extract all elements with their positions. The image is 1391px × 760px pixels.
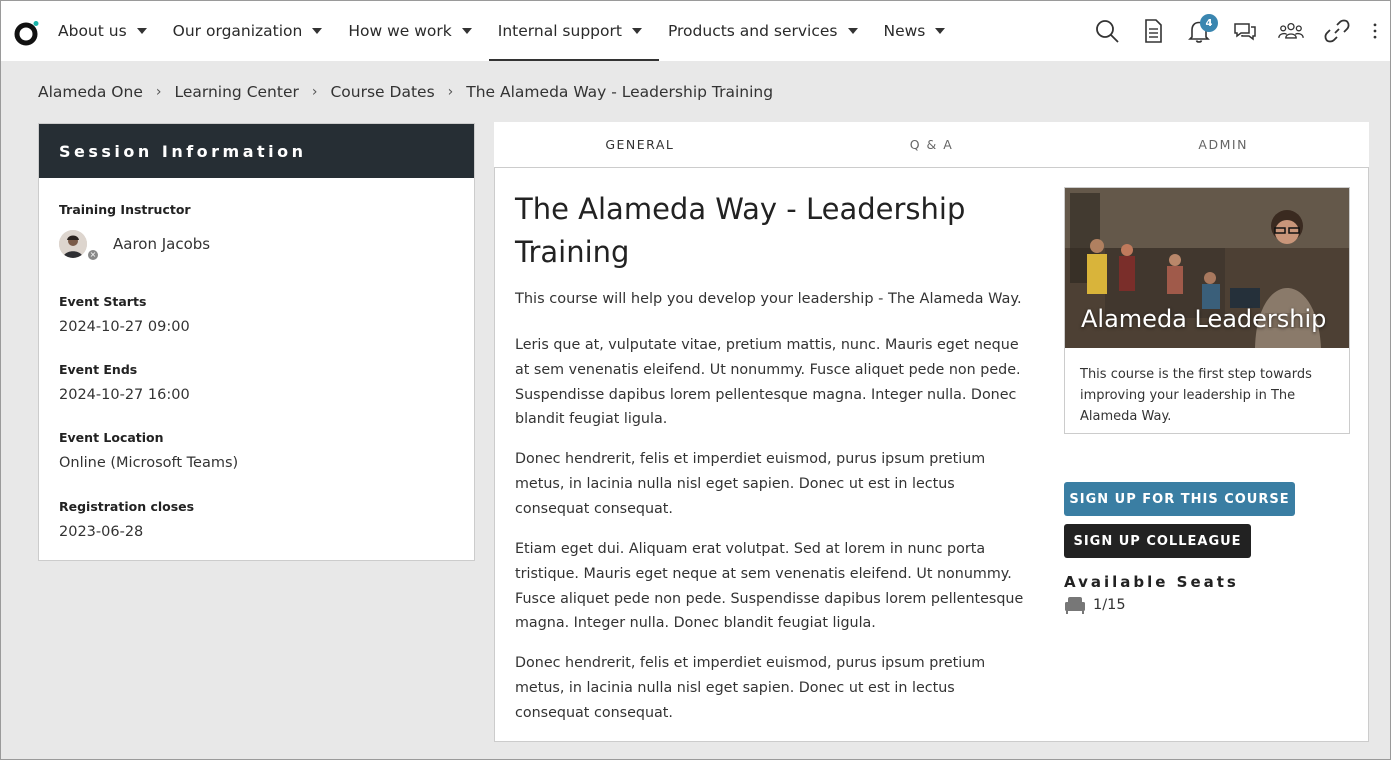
logo-icon[interactable] — [14, 20, 40, 46]
registration-closes-field: Registration closes 2023-06-28 — [59, 499, 194, 540]
search-icon — [1096, 20, 1119, 43]
breadcrumb-current: The Alameda Way - Leadership Training — [466, 83, 774, 101]
caret-down-icon — [312, 28, 323, 34]
armchair-icon — [1065, 597, 1085, 614]
field-label: Event Location — [59, 430, 164, 445]
main-nav: About us Our organization How we work In… — [49, 1, 962, 61]
documents-button[interactable] — [1130, 1, 1176, 61]
caret-down-icon — [847, 28, 858, 34]
people-icon — [1278, 22, 1304, 39]
field-value: 2024-10-27 09:00 — [59, 319, 190, 335]
status-offline-icon: × — [86, 248, 100, 262]
notification-badge: 4 — [1200, 14, 1218, 32]
course-card: Alameda Leadership This course is the fi… — [1064, 187, 1350, 434]
search-button[interactable] — [1084, 1, 1130, 61]
nav-item-internal-support[interactable]: Internal support — [488, 1, 660, 61]
available-seats-value: 1/15 — [1093, 597, 1126, 613]
people-button[interactable] — [1268, 1, 1314, 61]
notifications-button[interactable]: 4 — [1176, 1, 1222, 61]
nav-item-label: Internal support — [497, 22, 622, 40]
available-seats-row: 1/15 — [1064, 596, 1126, 614]
tab-admin[interactable]: ADMIN — [1077, 122, 1369, 167]
course-paragraph: Donec hendrerit, felis et imperdiet euis… — [515, 655, 986, 721]
nav-item-label: Our organization — [172, 22, 303, 40]
field-label: Training Instructor — [59, 202, 191, 217]
breadcrumb-separator-icon: › — [155, 84, 162, 100]
course-tabs: GENERAL Q & A ADMIN — [494, 122, 1369, 168]
nav-item-label: How we work — [348, 22, 452, 40]
nav-item-about-us[interactable]: About us — [49, 1, 164, 61]
event-ends-field: Event Ends 2024-10-27 16:00 — [59, 362, 190, 403]
more-vertical-icon — [1373, 23, 1377, 39]
course-image: Alameda Leadership — [1065, 188, 1349, 348]
top-navigation-bar: About us Our organization How we work In… — [1, 1, 1390, 61]
breadcrumb: Alameda One › Learning Center › Course D… — [38, 81, 773, 103]
instructor-name[interactable]: Aaron Jacobs — [113, 235, 210, 253]
toolbar-icons: 4 — [1084, 1, 1390, 61]
nav-item-products-and-services[interactable]: Products and services — [659, 1, 875, 61]
avatar[interactable] — [59, 230, 87, 258]
breadcrumb-link[interactable]: Alameda One — [38, 83, 143, 101]
course-content: The Alameda Way - Leadership Training Th… — [494, 168, 1369, 742]
field-value: Online (Microsoft Teams) — [59, 455, 239, 471]
chat-button[interactable] — [1222, 1, 1268, 61]
tab-general[interactable]: GENERAL — [494, 122, 786, 167]
breadcrumb-link[interactable]: Course Dates — [330, 83, 434, 101]
event-starts-field: Event Starts 2024-10-27 09:00 — [59, 294, 190, 335]
event-location-field: Event Location Online (Microsoft Teams) — [59, 430, 238, 471]
training-instructor-field: Training Instructor × Aaron Jacobs — [59, 202, 210, 262]
course-title: The Alameda Way - Leadership Training — [515, 192, 966, 269]
more-button[interactable] — [1360, 1, 1390, 61]
breadcrumb-separator-icon: › — [311, 84, 318, 100]
nav-item-label: Products and services — [667, 22, 838, 40]
breadcrumb-separator-icon: › — [447, 84, 454, 100]
caret-down-icon — [935, 28, 946, 34]
nav-item-how-we-work[interactable]: How we work — [339, 1, 488, 61]
caret-down-icon — [631, 28, 642, 34]
course-image-title: Alameda Leadership — [1081, 305, 1327, 333]
course-paragraph: Leris que at, vulputate vitae, pretium m… — [515, 337, 1021, 428]
breadcrumb-link[interactable]: Learning Center — [174, 83, 298, 101]
nav-item-label: News — [883, 22, 926, 40]
sign-up-course-button[interactable]: SIGN UP FOR THIS COURSE — [1064, 482, 1295, 516]
available-seats-title: Available Seats — [1064, 573, 1239, 591]
course-paragraph: Etiam eget dui. Aliquam erat volutpat. S… — [515, 541, 1024, 632]
field-label: Registration closes — [59, 499, 195, 514]
tab-q-and-a[interactable]: Q & A — [786, 122, 1078, 167]
field-label: Event Ends — [59, 362, 138, 377]
sign-up-colleague-button[interactable]: SIGN UP COLLEAGUE — [1064, 524, 1251, 558]
course-card-text: This course is the first step towards im… — [1080, 367, 1312, 424]
nav-item-label: About us — [58, 22, 127, 40]
field-value: 2023-06-28 — [59, 524, 144, 540]
nav-item-news[interactable]: News — [875, 1, 963, 61]
chat-icon — [1234, 23, 1256, 41]
person-avatar-icon — [59, 230, 87, 258]
caret-down-icon — [461, 28, 472, 34]
course-paragraph: Donec hendrerit, felis et imperdiet euis… — [515, 451, 986, 517]
link-icon — [1324, 19, 1350, 43]
field-label: Event Starts — [59, 294, 147, 309]
caret-down-icon — [136, 28, 147, 34]
document-icon — [1145, 19, 1162, 43]
course-intro: This course will help you develop your l… — [515, 291, 1022, 307]
session-information-heading: Session Information — [39, 124, 474, 178]
session-information-panel: Session Information Training Instructor … — [38, 123, 475, 561]
nav-item-our-organization[interactable]: Our organization — [164, 1, 340, 61]
field-value: 2024-10-27 16:00 — [59, 387, 190, 403]
links-button[interactable] — [1314, 1, 1360, 61]
